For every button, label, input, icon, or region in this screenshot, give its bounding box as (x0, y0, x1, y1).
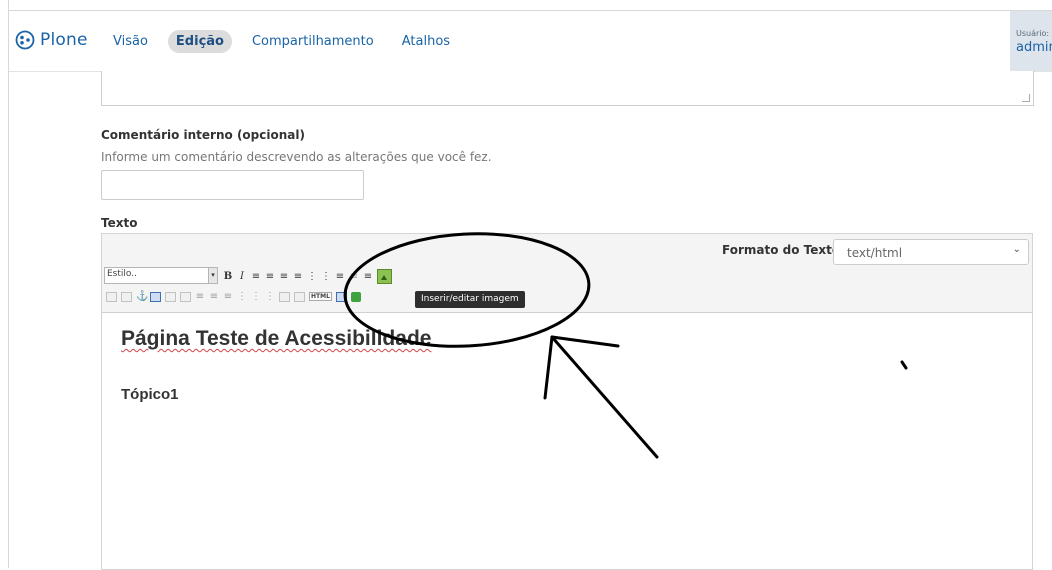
dropdown-arrow-icon: ▾ (208, 268, 217, 283)
nav-item-atalhos[interactable]: Atalhos (394, 30, 458, 53)
format-select[interactable]: text/html ⌄ (833, 239, 1029, 265)
definition-list-icon[interactable]: ≡ (335, 271, 345, 282)
window-frame-left (8, 0, 9, 568)
format-label: Formato do Texto (722, 243, 841, 257)
user-name: admin (1016, 40, 1052, 55)
nav-item-visao[interactable]: Visão (105, 30, 156, 53)
align-right-icon[interactable]: ≡ (279, 271, 289, 282)
comment-help-text: Informe um comentário descrevendo as alt… (101, 150, 492, 164)
delete-row-icon[interactable]: ≡ (223, 291, 233, 302)
rich-text-editor: Formato do Texto text/html ⌄ Estilo.. ▾ … (101, 233, 1033, 570)
chevron-down-icon: ⌄ (1012, 244, 1021, 255)
indent-icon[interactable]: ≡ (363, 271, 373, 282)
align-center-icon[interactable]: ≡ (265, 271, 275, 282)
comment-input[interactable] (101, 170, 364, 200)
html-source-button[interactable]: HTML (309, 292, 332, 301)
plone-logo-icon (15, 30, 35, 50)
italic-icon[interactable]: I (237, 271, 247, 282)
tooltip-insert-image: Inserir/editar imagem (415, 291, 525, 308)
plone-toolbar: Plone Visão Edição Compartilhamento Atal… (9, 11, 1052, 72)
user-menu[interactable]: Usuário: admin (1010, 11, 1052, 71)
unlink-icon[interactable] (121, 291, 132, 302)
table-icon[interactable] (165, 291, 176, 302)
nav-item-edicao[interactable]: Edição (167, 30, 232, 53)
plone-logo-text: Plone (40, 30, 88, 50)
main-nav: Visão Edição Compartilhamento Atalhos (105, 30, 458, 53)
nav-item-compartilhamento[interactable]: Compartilhamento (244, 30, 382, 53)
row-after-icon[interactable]: ≡ (209, 291, 219, 302)
content-subheading[interactable]: Tópico1 (121, 386, 179, 403)
user-label: Usuário: (1016, 29, 1050, 38)
editor-toolbar: Formato do Texto text/html ⌄ Estilo.. ▾ … (102, 234, 1032, 313)
align-left-icon[interactable]: ≡ (251, 271, 261, 282)
insert-media-icon[interactable] (350, 291, 361, 302)
bullet-list-icon[interactable]: ⋮ (307, 271, 317, 282)
format-select-value: text/html (847, 246, 903, 260)
comment-label: Comentário interno (opcional) (101, 128, 305, 142)
anchor-icon[interactable]: ⚓ (136, 291, 148, 302)
resize-grip-icon[interactable] (1022, 94, 1030, 102)
edit-image-icon[interactable] (150, 291, 161, 302)
toolbar-row-2: ⚓ ≡ ≡ ≡ ⋮ ⋮ ⋮ HTML (106, 291, 361, 302)
previous-textarea[interactable] (101, 71, 1034, 106)
style-select[interactable]: Estilo.. ▾ (104, 267, 218, 284)
table-props-icon[interactable] (180, 291, 191, 302)
toolbar-row-1: B I ≡ ≡ ≡ ≡ ⋮ ⋮ ≡ ≡ ≡ (223, 269, 392, 284)
align-justify-icon[interactable]: ≡ (293, 271, 303, 282)
col-before-icon[interactable]: ⋮ (237, 291, 247, 302)
row-before-icon[interactable]: ≡ (195, 291, 205, 302)
text-label: Texto (101, 216, 138, 230)
content-heading[interactable]: Página Teste de Acessibilidade (121, 327, 431, 351)
delete-col-icon[interactable]: ⋮ (265, 291, 275, 302)
bold-icon[interactable]: B (223, 271, 233, 282)
col-after-icon[interactable]: ⋮ (251, 291, 261, 302)
insert-image-icon[interactable] (377, 269, 392, 284)
style-select-value: Estilo.. (107, 269, 137, 279)
plone-logo[interactable]: Plone (15, 30, 88, 50)
merge-cells-icon[interactable] (279, 291, 290, 302)
numbered-list-icon[interactable]: ⋮ (321, 271, 331, 282)
split-cells-icon[interactable] (294, 291, 305, 302)
outdent-icon[interactable]: ≡ (349, 271, 359, 282)
link-icon[interactable] (106, 291, 117, 302)
fullscreen-icon[interactable] (335, 291, 347, 302)
